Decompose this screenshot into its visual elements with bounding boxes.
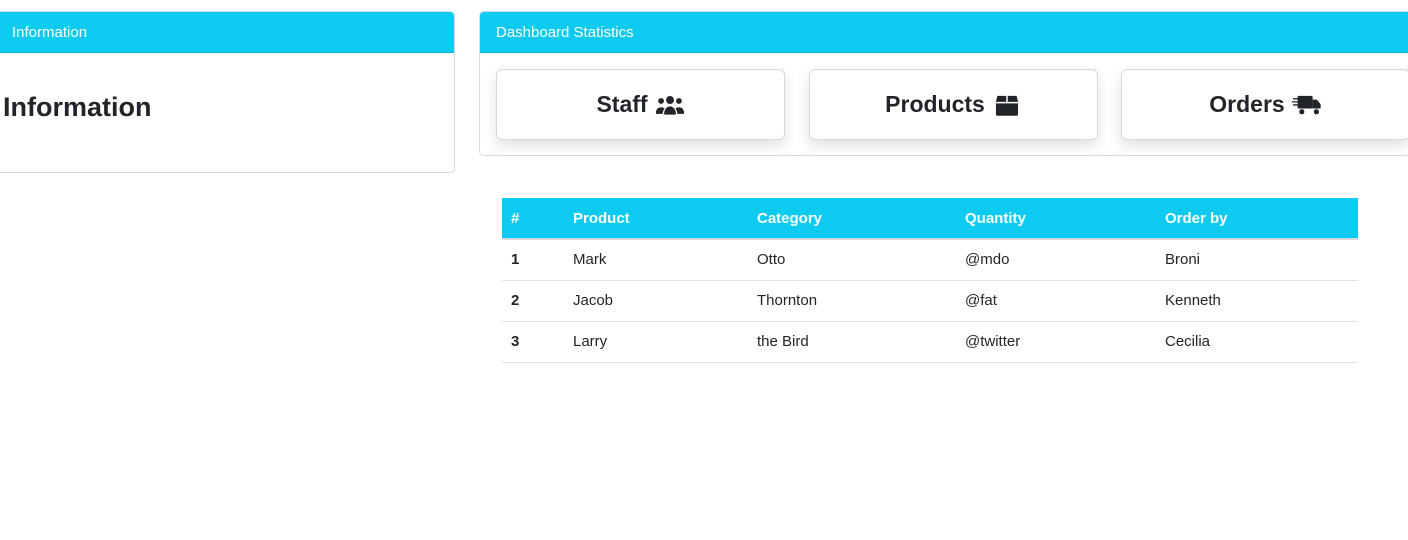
- row-product: Jacob: [564, 280, 748, 322]
- table-row: 2 Jacob Thornton @fat Kenneth: [502, 280, 1358, 322]
- column-header-product: Product: [564, 198, 748, 240]
- row-product: Larry: [564, 321, 748, 363]
- orders-table: # Product Category Quantity Order by 1 M…: [502, 198, 1358, 363]
- column-header-category: Category: [748, 198, 956, 240]
- column-header-quantity: Quantity: [956, 198, 1156, 240]
- row-category: Thornton: [748, 280, 956, 322]
- row-category: the Bird: [748, 321, 956, 363]
- box-icon: [995, 95, 1018, 116]
- table-row: 3 Larry the Bird @twitter Cecilia: [502, 321, 1358, 363]
- staff-stat-label: Staff: [596, 91, 648, 117]
- information-title-text: / Information: [0, 92, 152, 122]
- table-header-row: # Product Category Quantity Order by: [502, 198, 1358, 240]
- row-quantity: @mdo: [956, 239, 1156, 281]
- orders-stat-label: Orders: [1209, 91, 1285, 117]
- row-product: Mark: [564, 239, 748, 281]
- users-icon: [655, 95, 684, 115]
- row-number: 1: [502, 239, 564, 281]
- row-quantity: @twitter: [956, 321, 1156, 363]
- row-number: 2: [502, 280, 564, 322]
- products-stat-button[interactable]: Products: [809, 69, 1098, 140]
- dashboard-statistics-header: Dashboard Statistics: [480, 12, 1408, 53]
- column-header-order-by: Order by: [1156, 198, 1358, 240]
- products-stat-label: Products: [885, 91, 985, 117]
- column-header-number: #: [502, 198, 564, 240]
- information-card: Information / Information: [0, 11, 455, 173]
- row-order-by: Kenneth: [1156, 280, 1358, 322]
- row-order-by: Cecilia: [1156, 321, 1358, 363]
- row-order-by: Broni: [1156, 239, 1358, 281]
- information-card-header: Information: [0, 12, 454, 53]
- row-quantity: @fat: [956, 280, 1156, 322]
- orders-stat-button[interactable]: Orders: [1121, 69, 1408, 140]
- shipping-truck-icon: [1291, 95, 1321, 114]
- table-row: 1 Mark Otto @mdo Broni: [502, 239, 1358, 281]
- row-number: 3: [502, 321, 564, 363]
- staff-stat-button[interactable]: Staff: [496, 69, 785, 140]
- row-category: Otto: [748, 239, 956, 281]
- dashboard-statistics-card: Dashboard Statistics Staff Products Orde…: [479, 11, 1408, 156]
